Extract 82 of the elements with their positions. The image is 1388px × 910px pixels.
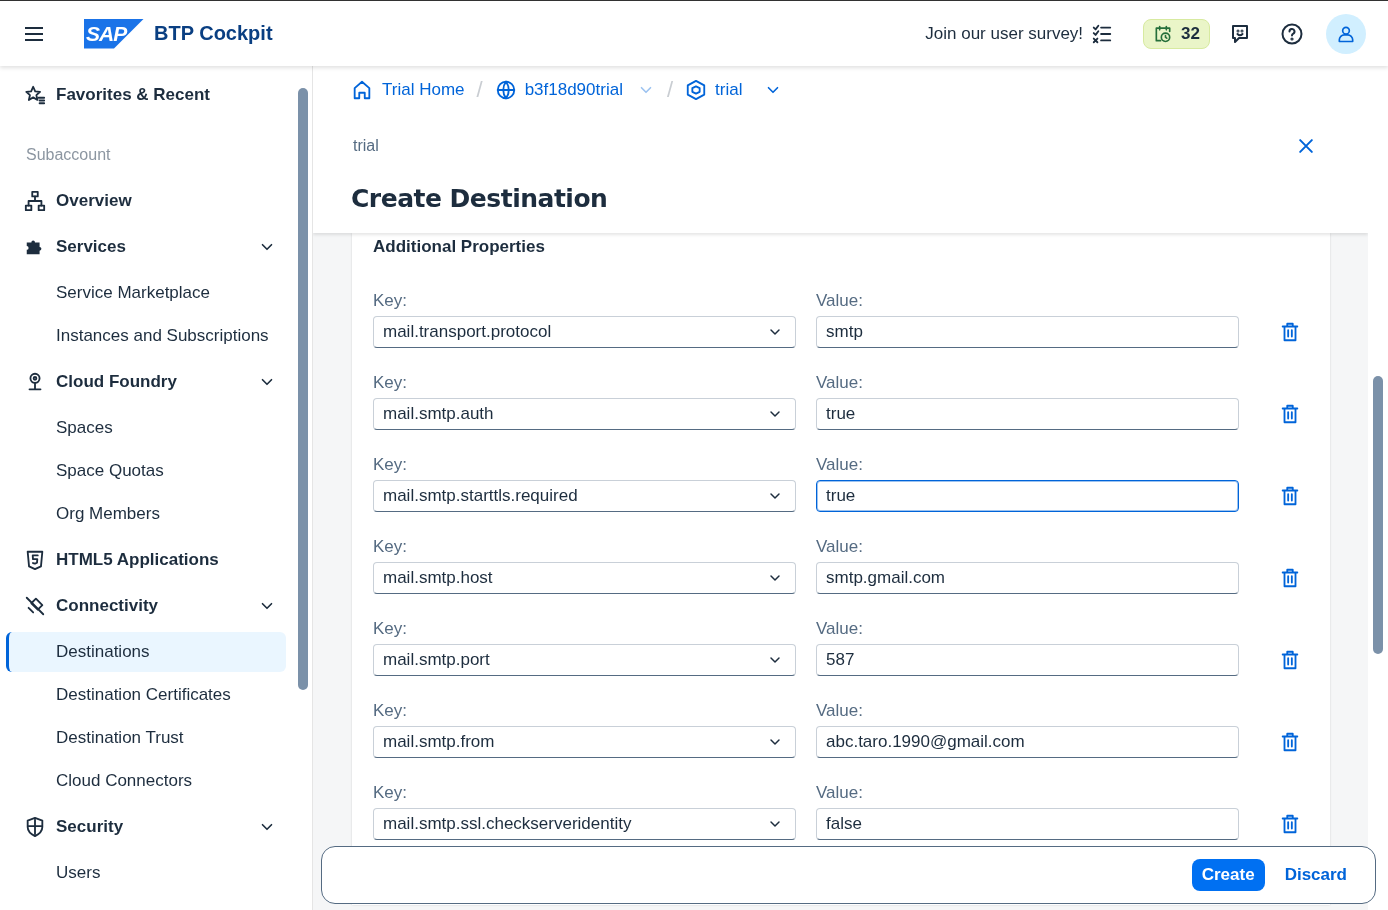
field-label: Value: [816,291,864,311]
nav-item[interactable]: Users [6,853,286,893]
nav-item[interactable]: Services [6,224,296,270]
nav-item[interactable]: Org Members [6,494,286,534]
field-label: Key: [373,783,409,803]
value-field[interactable]: abc.taro.1990@gmail.com [816,726,1239,758]
trash-icon[interactable] [1279,485,1301,507]
field-label: Key: [373,455,409,475]
breadcrumb-link[interactable]: b3f18d90trial [494,79,623,101]
breadcrumb-separator: / [666,77,674,103]
globe-icon [494,79,517,101]
trash-icon[interactable] [1279,649,1301,671]
key-select[interactable]: mail.smtp.from [373,726,796,758]
key-select[interactable]: mail.smtp.port [373,644,796,676]
breadcrumb-link[interactable]: Trial Home [351,79,465,101]
trash-icon[interactable] [1279,731,1301,753]
cube-icon [685,79,708,101]
survey-link[interactable]: Join our user survey! [925,23,1084,44]
nav-item[interactable]: Destination Trust [6,718,286,758]
section-title: Additional Properties [373,237,546,257]
page-title: Create Destination [351,184,609,213]
nav-item[interactable]: Instances and Subscriptions [6,316,286,356]
html5-icon [24,549,46,571]
trash-icon[interactable] [1279,567,1301,589]
section-label: Subaccount [25,145,112,165]
scrollbar-thumb[interactable] [1373,376,1383,654]
field-label: Value: [816,373,864,393]
help-icon[interactable] [1280,21,1304,46]
scrollbar-thumb[interactable] [298,88,308,690]
value-field[interactable]: false [816,808,1239,840]
value-field[interactable]: smtp.gmail.com [816,562,1239,594]
breadcrumb-link[interactable]: trial [685,79,743,101]
value-field[interactable]: smtp [816,316,1239,348]
key-select[interactable]: mail.smtp.ssl.checkserveridentity [373,808,796,840]
plug-icon [24,595,46,617]
create-button[interactable]: Create [1191,859,1265,891]
nav-item[interactable]: Security [6,804,296,850]
nav-item[interactable]: Cloud Foundry [6,359,296,405]
nav-item[interactable]: Favorites & Recent [6,72,296,118]
field-label: Value: [816,619,864,639]
app-title[interactable]: BTP Cockpit [154,22,273,45]
home-icon [351,79,373,101]
trash-icon[interactable] [1279,813,1301,835]
field-label: Key: [373,291,409,311]
field-label: Value: [816,537,864,557]
value-field[interactable]: true [816,398,1239,430]
trash-icon[interactable] [1279,321,1301,343]
breadcrumb-separator: / [476,77,483,103]
discard-button[interactable]: Discard [1274,859,1357,891]
nav-item[interactable]: HTML5 Applications [6,537,296,583]
calendar-clock-icon [1153,23,1174,44]
field-label: Value: [816,455,864,475]
nav-item[interactable]: Destinations [6,632,286,672]
checklist-icon[interactable] [1091,22,1114,45]
trial-days-badge[interactable]: 32 [1143,18,1210,49]
nav-item[interactable]: Destination Certificates [6,675,286,715]
nav-item[interactable]: Connectivity [6,583,296,629]
nav-item[interactable]: Spaces [6,408,286,448]
key-select[interactable]: mail.transport.protocol [373,316,796,348]
field-label: Key: [373,537,409,557]
nav-item[interactable]: Service Marketplace [6,273,286,313]
key-select[interactable]: mail.smtp.starttls.required [373,480,796,512]
subaccount-name: trial [353,137,379,155]
key-select[interactable]: mail.smtp.auth [373,398,796,430]
hierarchy-icon [24,190,46,212]
close-icon[interactable] [1296,136,1316,156]
trash-icon[interactable] [1279,403,1301,425]
shield-icon [24,816,46,838]
nav-item[interactable]: Space Quotas [6,451,286,491]
key-select[interactable]: mail.smtp.host [373,562,796,594]
value-field[interactable]: true [816,480,1239,512]
logo[interactable]: SAP [84,18,144,49]
user-avatar[interactable] [1326,13,1366,54]
star-icon [24,84,46,106]
field-label: Value: [816,701,864,721]
field-label: Value: [816,783,864,803]
field-label: Key: [373,701,409,721]
nav-item[interactable]: Cloud Connectors [6,761,286,801]
value-field[interactable]: 587 [816,644,1239,676]
field-label: Key: [373,619,409,639]
field-label: Key: [373,373,409,393]
nav-item[interactable]: Overview [6,178,296,224]
